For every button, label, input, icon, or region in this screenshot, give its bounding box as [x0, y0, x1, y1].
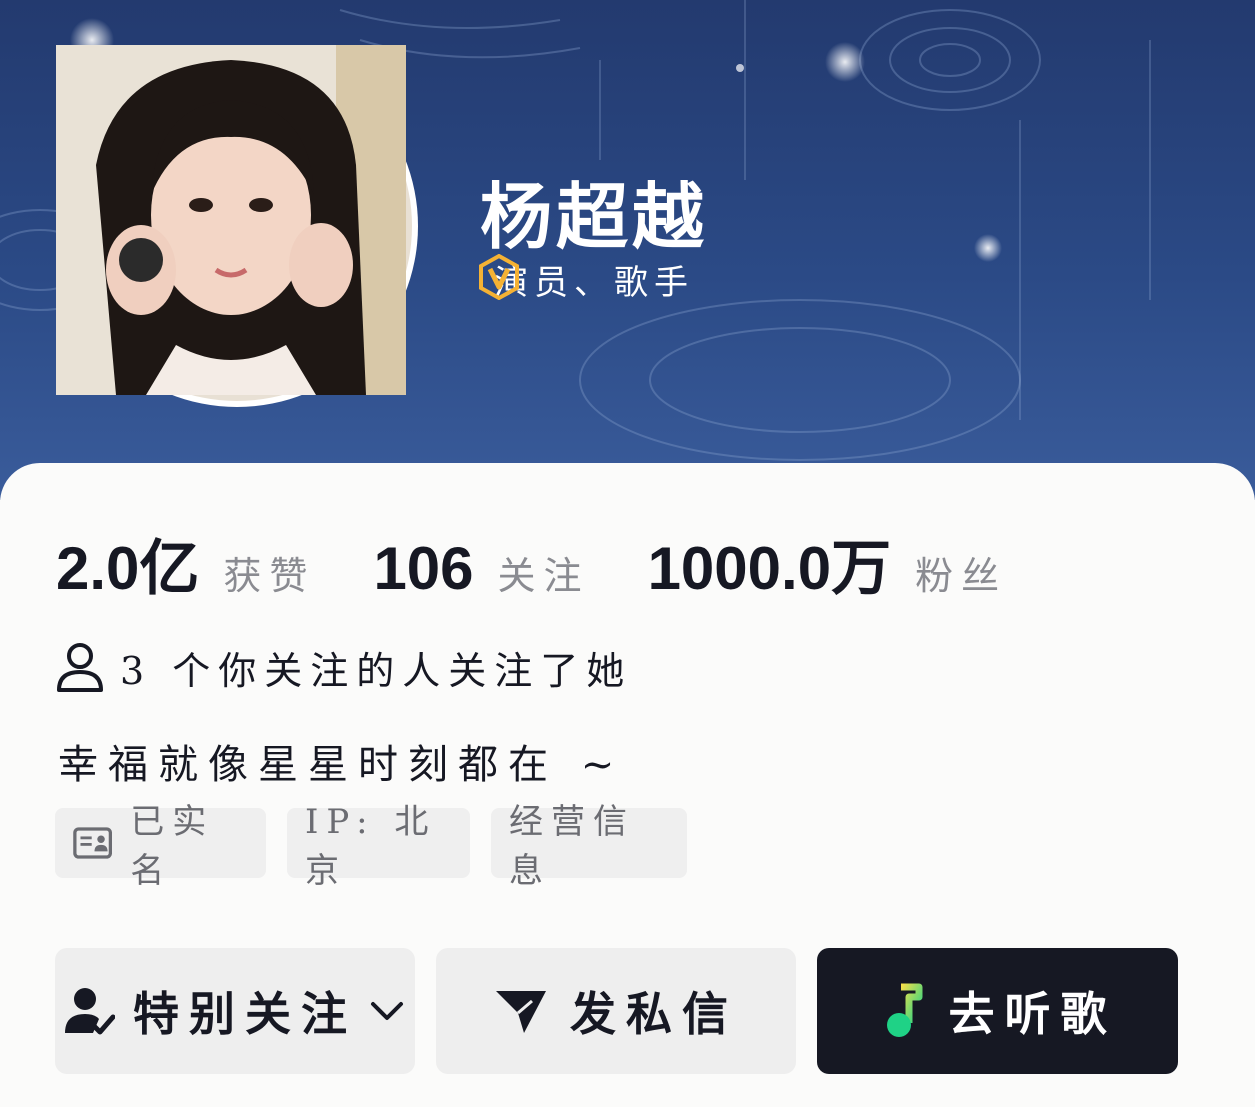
- business-info-label: 经营信息: [509, 802, 635, 891]
- business-info-tag[interactable]: 经营信息: [491, 802, 687, 891]
- likes-label: 获赞: [223, 554, 316, 598]
- person-check-icon: [65, 988, 115, 1035]
- verified-tag[interactable]: 已实名: [55, 802, 266, 891]
- listen-music-button[interactable]: 去听歌: [817, 948, 1178, 1074]
- following-count[interactable]: 106: [373, 534, 473, 603]
- verified-v-icon: [479, 254, 519, 300]
- send-icon: [496, 991, 546, 1033]
- chevron-down-icon[interactable]: [367, 991, 407, 1031]
- music-note-icon: [886, 983, 922, 1037]
- mutual-follow-row[interactable]: 3 个你关注的人关注了她: [56, 640, 632, 695]
- special-follow-label: 特别关注: [133, 987, 357, 1041]
- ip-tag: IP: 北京: [287, 802, 470, 891]
- special-follow-button[interactable]: 特别关注: [55, 948, 415, 1074]
- verified-tag-label: 已实名: [130, 802, 215, 891]
- verification-row: 演员、歌手: [476, 254, 694, 304]
- verification-label: 演员、歌手: [494, 262, 694, 303]
- id-card-icon: [73, 827, 113, 859]
- profile-banner: 杨超越 演员、歌手: [0, 0, 1255, 500]
- send-message-label: 发私信: [570, 987, 738, 1041]
- likes-count: 2.0亿: [56, 535, 200, 602]
- stats-row: 2.0亿 获赞 106 关注 1000.0万 粉丝: [56, 520, 1065, 607]
- bio: 幸福就像星星时刻都在 ~: [58, 742, 625, 788]
- send-message-button[interactable]: 发私信: [436, 948, 796, 1074]
- profile-name: 杨超越: [480, 174, 709, 259]
- person-icon: [57, 642, 103, 692]
- followers-label[interactable]: 粉丝: [915, 545, 1007, 600]
- avatar[interactable]: [56, 45, 418, 407]
- followers-count[interactable]: 1000.0万: [648, 520, 892, 607]
- following-label[interactable]: 关注: [498, 545, 590, 600]
- ip-tag-label: IP: 北京: [305, 802, 437, 891]
- mutual-follow-text: 3 个你关注的人关注了她: [120, 649, 633, 693]
- avatar-photo: [56, 45, 412, 401]
- listen-music-label: 去听歌: [948, 987, 1117, 1041]
